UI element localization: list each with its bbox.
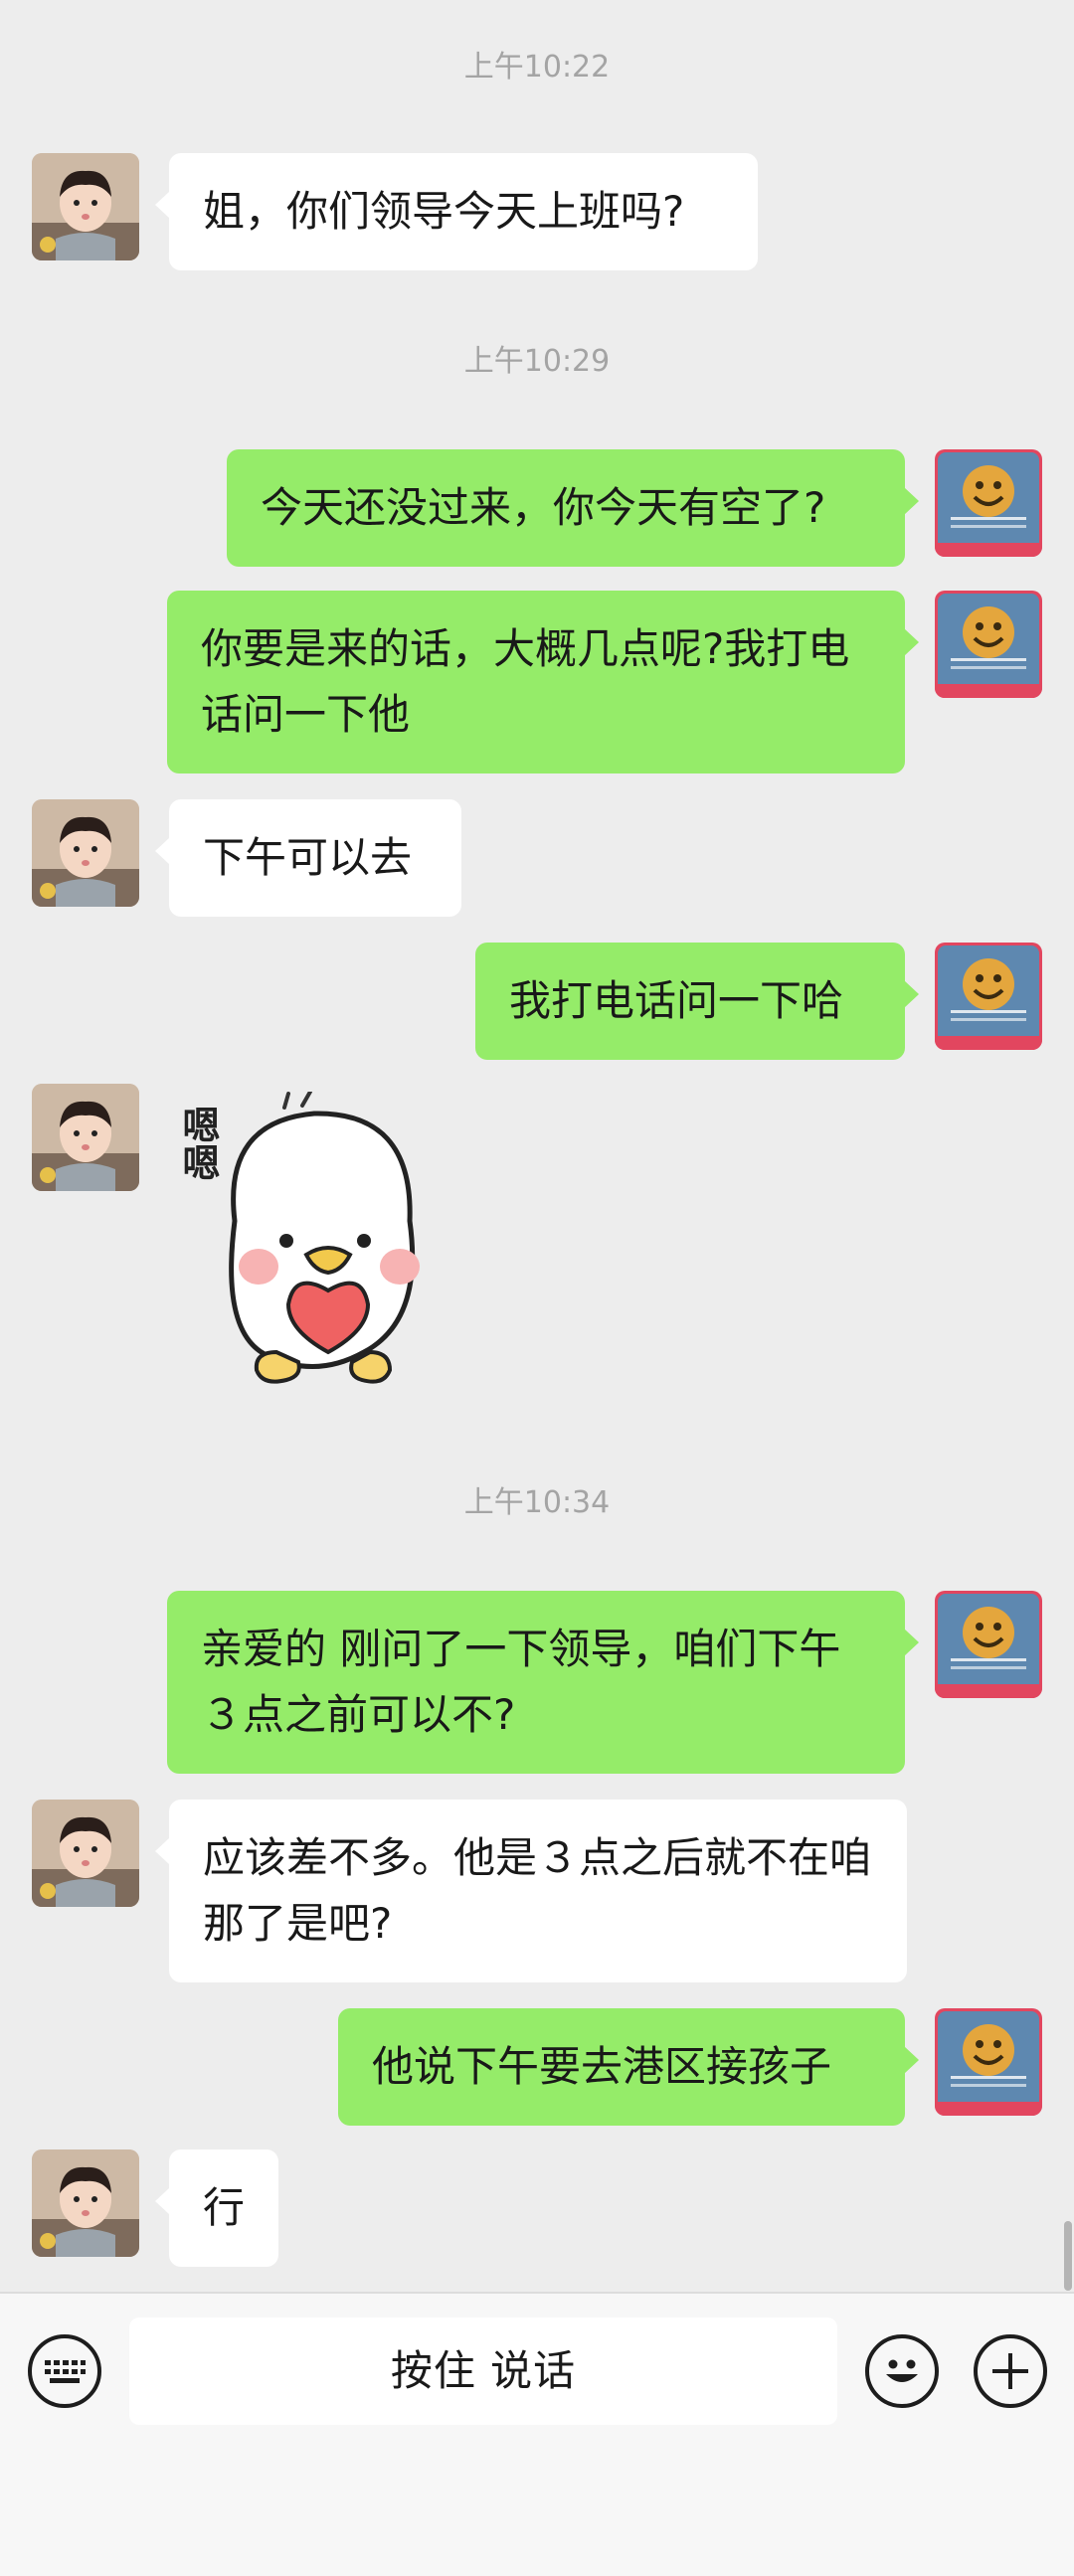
timestamp: 上午10:29: [463, 344, 611, 379]
message-bubble-sent[interactable]: 我打电话问一下哈: [475, 943, 919, 1060]
my-avatar[interactable]: [935, 943, 1042, 1050]
message-bubble-received[interactable]: 行: [155, 2149, 278, 2267]
plus-icon: [992, 2353, 1028, 2389]
message-bubble-received[interactable]: 应该差不多。他是３点之后就不在咱那了是吧?: [155, 1800, 907, 1982]
input-bar: 按住 说话: [0, 2292, 1074, 2576]
contact-avatar[interactable]: [32, 1084, 139, 1191]
message-bubble-received[interactable]: 下午可以去: [155, 799, 461, 917]
keyboard-toggle-button[interactable]: [28, 2334, 101, 2408]
child-photo-icon: [32, 153, 139, 260]
timestamp: 上午10:22: [463, 50, 611, 85]
hold-to-talk-button[interactable]: 按住 说话: [129, 2318, 837, 2425]
my-avatar[interactable]: [935, 449, 1042, 557]
chat-message-list[interactable]: 上午10:22 姐，你们领导今天上班吗? 上午10:29 今天还没过来，你今天有…: [0, 0, 1074, 2292]
scrollbar[interactable]: [1064, 2221, 1072, 2291]
my-avatar[interactable]: [935, 591, 1042, 698]
contact-avatar[interactable]: [32, 1800, 139, 1907]
timestamp: 上午10:34: [463, 1485, 611, 1520]
more-actions-button[interactable]: [974, 2334, 1047, 2408]
emoji-face-icon: [886, 2359, 918, 2382]
smiley-balloon-icon: [935, 2011, 1042, 2116]
smiley-balloon-icon: [935, 452, 1042, 557]
contact-avatar[interactable]: [32, 2149, 139, 2257]
duck-heart-sticker[interactable]: [165, 1092, 483, 1410]
my-avatar[interactable]: [935, 1591, 1042, 1698]
contact-avatar[interactable]: [32, 153, 139, 260]
smiley-balloon-icon: [935, 945, 1042, 1050]
message-bubble-sent[interactable]: 今天还没过来，你今天有空了?: [227, 449, 919, 567]
message-bubble-sent[interactable]: 他说下午要去港区接孩子: [338, 2008, 919, 2126]
keyboard-icon: [45, 2360, 86, 2383]
message-bubble-sent[interactable]: 亲爱的 刚问了一下领导，咱们下午３点之前可以不?: [167, 1591, 919, 1774]
child-photo-icon: [32, 1084, 139, 1191]
my-avatar[interactable]: [935, 2008, 1042, 2116]
smiley-balloon-icon: [935, 1594, 1042, 1698]
child-photo-icon: [32, 799, 139, 907]
emoji-button[interactable]: [865, 2334, 939, 2408]
contact-avatar[interactable]: [32, 799, 139, 907]
message-bubble-received[interactable]: 姐，你们领导今天上班吗?: [155, 153, 758, 270]
child-photo-icon: [32, 2149, 139, 2257]
child-photo-icon: [32, 1800, 139, 1907]
smiley-balloon-icon: [935, 594, 1042, 698]
message-bubble-sent[interactable]: 你要是来的话，大概几点呢?我打电话问一下他: [167, 591, 919, 773]
